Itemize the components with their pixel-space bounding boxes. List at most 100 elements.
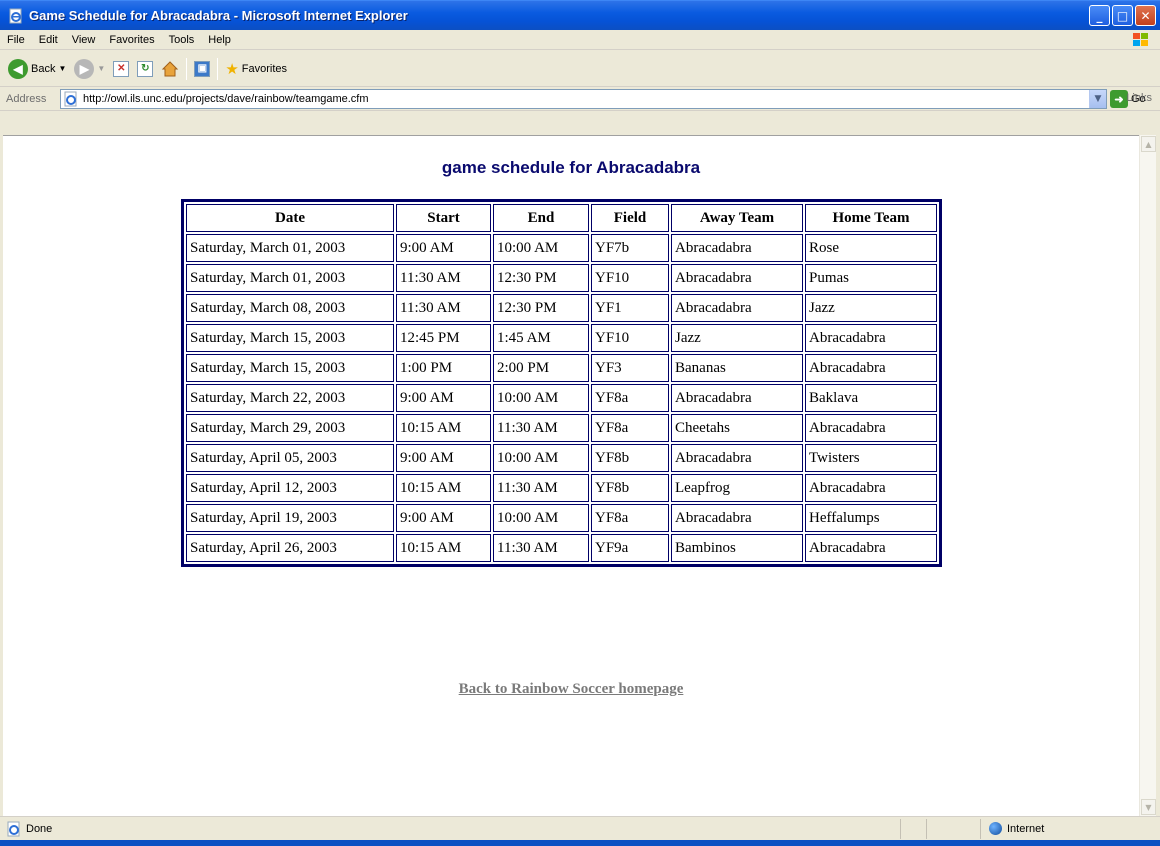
favorites-button[interactable]: ★ Favorites bbox=[221, 55, 291, 83]
refresh-icon: ↻ bbox=[137, 60, 154, 77]
forward-arrow-icon: ▶ bbox=[74, 58, 95, 79]
menu-help[interactable]: Help bbox=[201, 34, 238, 46]
table-row: Saturday, April 12, 2003 10:15 AM 11:30 … bbox=[186, 474, 937, 502]
cell-field: YF9a bbox=[591, 534, 669, 562]
menu-favorites[interactable]: Favorites bbox=[102, 34, 161, 46]
windows-logo-icon bbox=[1130, 32, 1152, 48]
back-to-homepage-link[interactable]: Back to Rainbow Soccer homepage bbox=[3, 681, 1139, 698]
column-header-home-team: Home Team bbox=[805, 204, 937, 232]
cell-field: YF1 bbox=[591, 294, 669, 322]
table-row: Saturday, March 29, 2003 10:15 AM 11:30 … bbox=[186, 414, 937, 442]
cell-start: 11:30 AM bbox=[396, 264, 491, 292]
cell-start: 1:00 PM bbox=[396, 354, 491, 382]
cell-away-team: Abracadabra bbox=[671, 504, 803, 532]
security-zone: Internet bbox=[980, 818, 1044, 839]
cell-end: 10:00 AM bbox=[493, 444, 589, 472]
cell-away-team: Abracadabra bbox=[671, 384, 803, 412]
column-header-start: Start bbox=[396, 204, 491, 232]
column-header-date: Date bbox=[186, 204, 394, 232]
cell-field: YF8b bbox=[591, 444, 669, 472]
ie-page-icon bbox=[8, 8, 24, 24]
page-done-icon bbox=[7, 821, 20, 836]
menu-edit[interactable]: Edit bbox=[32, 34, 65, 46]
cell-date: Saturday, March 15, 2003 bbox=[186, 354, 394, 382]
close-button[interactable]: ✕ bbox=[1135, 5, 1156, 26]
page-viewport[interactable]: game schedule for Abracadabra Date Start… bbox=[3, 135, 1139, 816]
table-row: Saturday, March 15, 2003 1:00 PM 2:00 PM… bbox=[186, 354, 937, 382]
home-button[interactable] bbox=[157, 55, 183, 83]
scroll-down-icon[interactable]: ▼ bbox=[1141, 799, 1156, 815]
cell-start: 12:45 PM bbox=[396, 324, 491, 352]
cell-home-team: Abracadabra bbox=[805, 414, 937, 442]
standard-toolbar: ◀ Back ▼ ▶ ▼ ✕ ↻ ▣ ★ Favorites bbox=[0, 51, 1160, 87]
stop-button[interactable]: ✕ bbox=[109, 55, 133, 83]
cell-end: 10:00 AM bbox=[493, 504, 589, 532]
back-arrow-icon: ◀ bbox=[8, 58, 28, 79]
cell-home-team: Baklava bbox=[805, 384, 937, 412]
cell-date: Saturday, March 01, 2003 bbox=[186, 234, 394, 262]
cell-home-team: Abracadabra bbox=[805, 354, 937, 382]
forward-dropdown-icon[interactable]: ▼ bbox=[97, 64, 105, 73]
status-text: Done bbox=[26, 822, 53, 835]
cell-away-team: Leapfrog bbox=[671, 474, 803, 502]
cell-field: YF8b bbox=[591, 474, 669, 502]
cell-home-team: Pumas bbox=[805, 264, 937, 292]
toolbar-separator bbox=[186, 57, 188, 80]
cell-away-team: Abracadabra bbox=[671, 294, 803, 322]
cell-away-team: Bambinos bbox=[671, 534, 803, 562]
cell-home-team: Heffalumps bbox=[805, 504, 937, 532]
cell-field: YF3 bbox=[591, 354, 669, 382]
table-row: Saturday, March 22, 2003 9:00 AM 10:00 A… bbox=[186, 384, 937, 412]
media-button[interactable]: ▣ bbox=[190, 55, 214, 83]
maximize-button[interactable]: □ bbox=[1112, 5, 1133, 26]
links-button[interactable]: Links bbox=[1126, 92, 1152, 104]
address-dropdown-icon[interactable]: ▼ bbox=[1089, 90, 1106, 108]
cell-field: YF8a bbox=[591, 414, 669, 442]
home-icon bbox=[162, 60, 179, 76]
window-bottom-border bbox=[0, 840, 1160, 846]
column-header-end: End bbox=[493, 204, 589, 232]
star-icon: ★ bbox=[225, 60, 239, 78]
back-dropdown-icon[interactable]: ▼ bbox=[58, 64, 66, 73]
menu-view[interactable]: View bbox=[65, 34, 103, 46]
forward-button[interactable]: ▶ ▼ bbox=[70, 55, 109, 83]
minimize-button[interactable]: _ bbox=[1089, 5, 1110, 26]
table-row: Saturday, April 05, 2003 9:00 AM 10:00 A… bbox=[186, 444, 937, 472]
cell-end: 11:30 AM bbox=[493, 414, 589, 442]
cell-away-team: Jazz bbox=[671, 324, 803, 352]
cell-home-team: Abracadabra bbox=[805, 474, 937, 502]
cell-date: Saturday, April 26, 2003 bbox=[186, 534, 394, 562]
status-panel bbox=[926, 818, 952, 839]
page-heading: game schedule for Abracadabra bbox=[441, 158, 701, 177]
cell-field: YF10 bbox=[591, 264, 669, 292]
title-bar[interactable]: Game Schedule for Abracadabra - Microsof… bbox=[0, 0, 1160, 30]
cell-field: YF10 bbox=[591, 324, 669, 352]
menu-tools[interactable]: Tools bbox=[162, 34, 202, 46]
table-row: Saturday, March 08, 2003 11:30 AM 12:30 … bbox=[186, 294, 937, 322]
vertical-scrollbar[interactable]: ▲ ▼ bbox=[1139, 135, 1156, 816]
menu-file[interactable]: File bbox=[0, 34, 32, 46]
cell-away-team: Cheetahs bbox=[671, 414, 803, 442]
cell-home-team: Abracadabra bbox=[805, 534, 937, 562]
menu-bar: File Edit View Favorites Tools Help bbox=[0, 30, 1160, 50]
scroll-up-icon[interactable]: ▲ bbox=[1141, 136, 1156, 152]
table-row: Saturday, March 01, 2003 11:30 AM 12:30 … bbox=[186, 264, 937, 292]
status-bar: Done Internet bbox=[0, 816, 1160, 840]
stop-icon: ✕ bbox=[113, 60, 130, 77]
cell-end: 11:30 AM bbox=[493, 474, 589, 502]
cell-field: YF8a bbox=[591, 384, 669, 412]
cell-home-team: Jazz bbox=[805, 294, 937, 322]
back-button[interactable]: ◀ Back ▼ bbox=[4, 55, 70, 83]
table-row: Saturday, April 19, 2003 9:00 AM 10:00 A… bbox=[186, 504, 937, 532]
cell-home-team: Abracadabra bbox=[805, 324, 937, 352]
cell-field: YF8a bbox=[591, 504, 669, 532]
table-row: Saturday, March 01, 2003 9:00 AM 10:00 A… bbox=[186, 234, 937, 262]
address-input[interactable]: http://owl.ils.unc.edu/projects/dave/rai… bbox=[60, 89, 1107, 109]
cell-end: 2:00 PM bbox=[493, 354, 589, 382]
globe-icon bbox=[989, 822, 1002, 835]
column-header-field: Field bbox=[591, 204, 669, 232]
schedule-table: Date Start End Field Away Team Home Team… bbox=[181, 199, 942, 567]
cell-home-team: Rose bbox=[805, 234, 937, 262]
cell-field: YF7b bbox=[591, 234, 669, 262]
refresh-button[interactable]: ↻ bbox=[133, 55, 157, 83]
